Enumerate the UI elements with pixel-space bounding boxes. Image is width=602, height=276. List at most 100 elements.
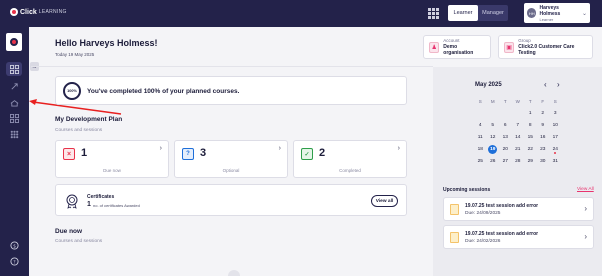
certificates-title: Certificates: [87, 194, 115, 200]
calendar-day[interactable]: 15: [524, 135, 537, 140]
due-now-subtitle: Courses and sessions: [55, 239, 103, 244]
svg-text:$: $: [13, 243, 16, 249]
calendar-day[interactable]: 11: [474, 135, 487, 140]
calendar-day[interactable]: 30: [537, 159, 550, 164]
brand-mark-icon: [10, 8, 18, 16]
calendar-day[interactable]: 6: [499, 123, 512, 128]
chevron-down-icon: ⌄: [581, 10, 587, 17]
calendar-weekday: T: [503, 98, 507, 104]
calendar-day[interactable]: 2: [537, 111, 550, 116]
calendar-day[interactable]: 4: [474, 123, 487, 128]
session-title: 19.07.25 test session add error: [465, 203, 539, 209]
calendar-day[interactable]: 26: [487, 159, 500, 164]
calendar-day[interactable]: 24: [549, 147, 562, 154]
calendar-day[interactable]: 31: [549, 159, 562, 164]
calendar-day[interactable]: 20: [499, 147, 512, 152]
calendar-month: May 2025: [475, 82, 502, 88]
account-pill: ♟ Account Demo organisation: [423, 35, 491, 59]
upcoming-title: Upcoming sessions: [443, 187, 491, 193]
app-grid-icon[interactable]: [428, 8, 439, 19]
today-date: Today 19 May 2025: [55, 52, 95, 57]
calendar-day[interactable]: 9: [537, 123, 550, 128]
calendar-day[interactable]: 5: [487, 123, 500, 128]
mode-manager-button[interactable]: Manager: [478, 5, 508, 21]
calendar-weekday: S: [553, 98, 557, 104]
calendar-day[interactable]: 19: [488, 144, 498, 154]
check-icon: ✓: [301, 148, 313, 160]
stat-card-optional[interactable]: ? 3 Optional ›: [174, 140, 288, 178]
calendar-day[interactable]: 22: [524, 147, 537, 152]
chevron-right-icon: ›: [159, 145, 162, 152]
completion-message: You've completed 100% of your planned co…: [87, 88, 240, 95]
courses-icon[interactable]: [6, 95, 22, 109]
mode-switch: Learner Manager: [448, 5, 508, 21]
calendar-weekday: T: [528, 98, 532, 104]
calendar-day[interactable]: 14: [512, 135, 525, 140]
stat-label: Optional: [222, 168, 240, 173]
calendar-day[interactable]: 28: [512, 159, 525, 164]
calendar-day[interactable]: 17: [549, 135, 562, 140]
group-pill: ▣ Group Click2.0 Customer Care Testing: [498, 35, 593, 59]
document-icon: [450, 232, 459, 243]
brand-logo[interactable]: Click LEARNING: [10, 8, 67, 16]
apps-icon[interactable]: [6, 127, 22, 141]
view-all-sessions-link[interactable]: View All: [577, 187, 594, 192]
calendar-day[interactable]: 1: [524, 111, 537, 116]
calendar-grid: S M T W T F S 1 2 3 4 5 6 7 8 9 10 11 12 13 14 15 16 17 18 19 20 21…: [474, 95, 562, 167]
calendar-day[interactable]: 8: [524, 123, 537, 128]
dev-plan-subtitle: Courses and sessions: [55, 128, 103, 133]
rocket-icon[interactable]: [6, 79, 22, 93]
document-icon: [450, 204, 459, 215]
question-icon: ?: [182, 148, 194, 160]
group-value: Click2.0 Customer Care Testing: [518, 44, 575, 56]
brand-name: Click: [20, 8, 37, 16]
certificates-desc: no. of certificates Awarded: [93, 203, 140, 208]
scroll-hint: [228, 270, 240, 276]
left-rail: $ ?: [0, 27, 29, 276]
chevron-right-icon[interactable]: ›: [557, 80, 560, 89]
chevron-left-icon[interactable]: ‹: [544, 80, 547, 89]
dashboard-icon[interactable]: [6, 62, 22, 76]
calendar-weekday: W: [515, 98, 520, 104]
session-card[interactable]: 19.07.25 test session add error Due: 24/…: [443, 225, 594, 249]
brand-suffix: LEARNING: [38, 9, 67, 15]
divider: [31, 66, 433, 67]
calendar-day[interactable]: 10: [549, 123, 562, 128]
person-icon: ♟: [429, 41, 440, 53]
calendar-day[interactable]: 23: [537, 147, 550, 152]
user-role: Learner: [539, 16, 554, 22]
calendar-day[interactable]: 27: [499, 159, 512, 164]
info-icon[interactable]: ?: [6, 254, 22, 268]
page-title: Hello Harveys Holmess!: [55, 38, 158, 48]
view-all-certificates-button[interactable]: View all: [371, 195, 398, 207]
stat-value: 2: [319, 147, 326, 159]
close-icon: ×: [63, 148, 75, 160]
chevron-right-icon: ›: [397, 145, 400, 152]
calendar-day[interactable]: 16: [537, 135, 550, 140]
calendar-day[interactable]: 18: [474, 147, 487, 152]
help-icon[interactable]: $: [6, 238, 22, 252]
stat-card-completed[interactable]: ✓ 2 Completed ›: [293, 140, 407, 178]
mode-learner-button[interactable]: Learner: [448, 5, 478, 21]
avatar: HH: [527, 8, 537, 18]
calendar-day[interactable]: 3: [549, 111, 562, 116]
calendar-day[interactable]: 25: [474, 159, 487, 164]
chevron-right-icon: ›: [584, 204, 587, 213]
user-menu[interactable]: HH Harveys Holmess Learner ⌄: [524, 3, 590, 23]
certificate-icon: [66, 194, 78, 209]
completion-card: 100% You've completed 100% of your plann…: [55, 76, 407, 105]
stat-card-due-now[interactable]: × 1 Due now ›: [55, 140, 169, 178]
certificates-count: 1: [87, 201, 91, 208]
group-icon: ▣: [504, 41, 515, 53]
catalogue-icon[interactable]: [6, 111, 22, 125]
calendar-day[interactable]: 12: [487, 135, 500, 140]
stat-value: 1: [81, 147, 88, 159]
calendar-day[interactable]: 7: [512, 123, 525, 128]
calendar-day[interactable]: 13: [499, 135, 512, 140]
session-card[interactable]: 19.07.25 test session add error Due: 24/…: [443, 197, 594, 221]
calendar-day[interactable]: 29: [524, 159, 537, 164]
top-bar: Click LEARNING Learner Manager HH Harvey…: [0, 0, 602, 27]
certificates-card: Certificates 1 no. of certificates Award…: [55, 184, 407, 216]
session-due: Due: 24/09/2025: [465, 211, 501, 216]
calendar-day[interactable]: 21: [512, 147, 525, 152]
